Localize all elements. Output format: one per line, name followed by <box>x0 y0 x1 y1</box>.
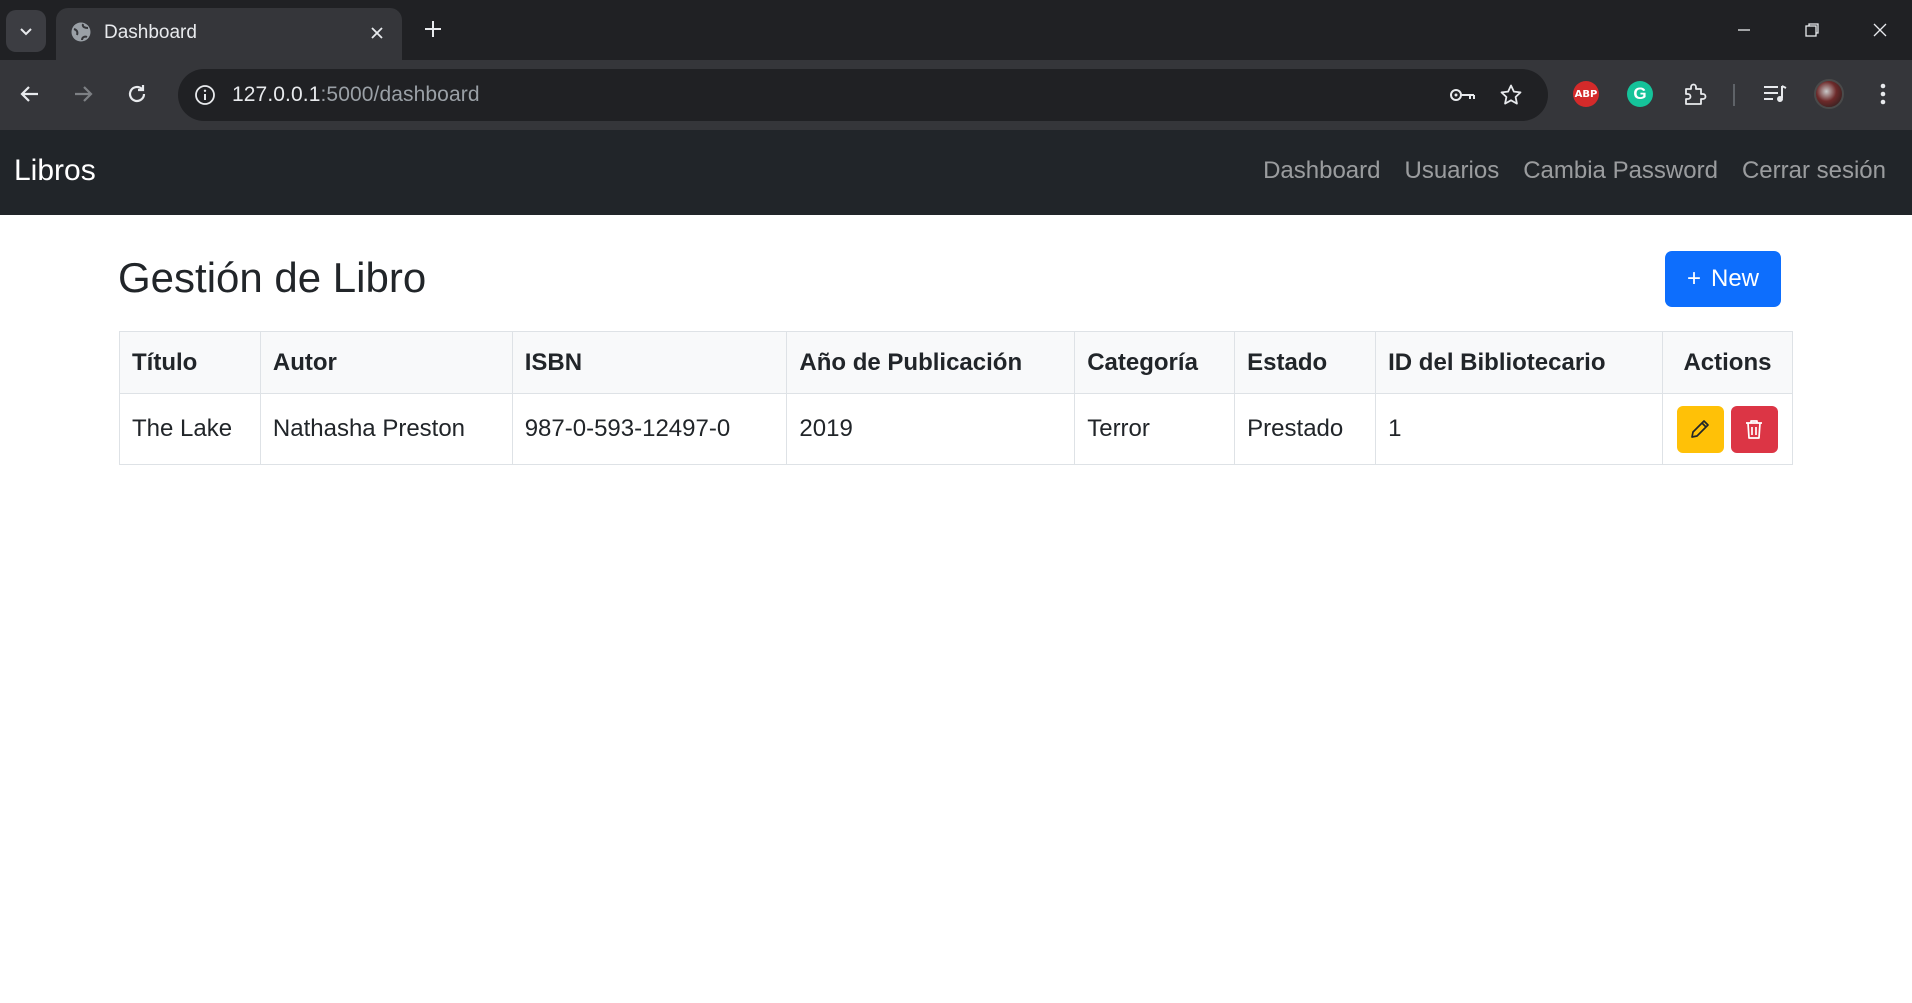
address-bar[interactable]: 127.0.0.1:5000/dashboard <box>178 69 1548 121</box>
browser-menu-button[interactable] <box>1863 74 1903 114</box>
arrow-left-icon <box>20 86 38 102</box>
chevron-down-icon <box>20 28 32 36</box>
new-tab-button[interactable] <box>418 14 448 44</box>
cell-id-bibliotecario: 1 <box>1375 393 1663 465</box>
media-controls-button[interactable] <box>1755 74 1795 114</box>
info-icon <box>195 85 215 105</box>
tab-close-button[interactable] <box>364 20 390 46</box>
star-icon <box>1500 84 1522 105</box>
avatar <box>1814 79 1844 109</box>
cell-autor: Nathasha Preston <box>259 393 513 465</box>
tab-search-button[interactable] <box>6 10 46 52</box>
column-header-categoria: Categoría <box>1074 331 1236 394</box>
back-button[interactable] <box>10 74 50 114</box>
new-button-label: New <box>1711 265 1760 292</box>
navbar-links: Dashboard Usuarios Cambia Password Cerra… <box>1263 157 1886 185</box>
nav-link-dashboard[interactable]: Dashboard <box>1263 157 1380 185</box>
books-table: Título Autor ISBN Año de Publicación Cat… <box>119 331 1794 465</box>
column-header-id-bibliotecario: ID del Bibliotecario <box>1375 331 1663 394</box>
browser-tab-active[interactable]: Dashboard <box>56 8 402 60</box>
url-text[interactable]: 127.0.0.1:5000/dashboard <box>232 83 480 107</box>
key-icon <box>1450 89 1475 101</box>
plus-icon <box>425 21 441 37</box>
column-header-actions: Actions <box>1661 331 1794 394</box>
restore-icon <box>1805 23 1819 37</box>
cell-ano-publicacion: 2019 <box>786 393 1076 465</box>
toolbar-separator <box>1733 84 1735 106</box>
column-header-isbn: ISBN <box>511 331 788 394</box>
cell-estado: Prestado <box>1234 393 1377 465</box>
profile-button[interactable] <box>1809 74 1849 114</box>
url-path: :5000/dashboard <box>320 83 480 106</box>
playlist-icon <box>1764 85 1787 102</box>
reload-icon <box>128 85 146 103</box>
page-title: Gestión de Libro <box>118 254 427 301</box>
url-host: 127.0.0.1 <box>232 83 321 106</box>
nav-link-usuarios[interactable]: Usuarios <box>1405 157 1500 185</box>
cell-categoria: Terror <box>1074 393 1236 465</box>
arrow-right-icon <box>75 86 93 102</box>
browser-tab-strip: Dashboard <box>0 0 1912 60</box>
column-header-titulo: Título <box>119 331 261 394</box>
new-book-button[interactable]: + New <box>1665 251 1781 307</box>
column-header-ano-publicacion: Año de Publicación <box>786 331 1076 394</box>
more-vertical-icon <box>1880 83 1886 105</box>
column-header-estado: Estado <box>1234 331 1377 394</box>
delete-button[interactable] <box>1730 405 1778 453</box>
close-window-button[interactable] <box>1858 10 1902 50</box>
app-navbar: Libros Dashboard Usuarios Cambia Passwor… <box>0 130 1912 215</box>
navbar-brand[interactable]: Libros <box>14 154 96 188</box>
nav-link-cerrar-sesion[interactable]: Cerrar sesión <box>1742 157 1886 185</box>
cell-titulo: The Lake <box>119 393 261 465</box>
row-actions <box>1676 405 1778 453</box>
table-row: The Lake Nathasha Preston 987-0-593-1249… <box>119 393 1794 465</box>
minimize-icon <box>1738 29 1750 31</box>
edit-button[interactable] <box>1676 405 1724 453</box>
pencil-icon <box>1691 420 1710 438</box>
site-info-button[interactable] <box>188 78 222 112</box>
grammarly-extension-button[interactable]: G <box>1620 74 1660 114</box>
tab-title: Dashboard <box>104 22 197 43</box>
table-header-row: Título Autor ISBN Año de Publicación Cat… <box>119 331 1794 394</box>
plus-icon: + <box>1686 265 1701 292</box>
close-icon <box>371 27 383 39</box>
extensions-button[interactable] <box>1675 74 1715 114</box>
globe-icon <box>71 22 91 42</box>
cell-isbn: 987-0-593-12497-0 <box>511 393 788 465</box>
column-header-autor: Autor <box>259 331 513 394</box>
grammarly-icon: G <box>1627 81 1653 107</box>
forward-button[interactable] <box>63 74 103 114</box>
adblock-extension-button[interactable]: ABP <box>1566 74 1606 114</box>
browser-toolbar: 127.0.0.1:5000/dashboard ABP G <box>0 60 1912 130</box>
trash-icon <box>1746 420 1763 439</box>
adblock-icon: ABP <box>1573 81 1599 107</box>
password-manager-button[interactable] <box>1446 78 1480 112</box>
puzzle-icon <box>1685 83 1707 105</box>
cell-actions <box>1661 393 1794 465</box>
minimize-button[interactable] <box>1722 10 1766 50</box>
reload-button[interactable] <box>117 74 157 114</box>
nav-link-cambia-password[interactable]: Cambia Password <box>1523 157 1718 185</box>
bookmark-button[interactable] <box>1494 78 1528 112</box>
restore-button[interactable] <box>1790 10 1834 50</box>
close-icon <box>1873 23 1887 37</box>
